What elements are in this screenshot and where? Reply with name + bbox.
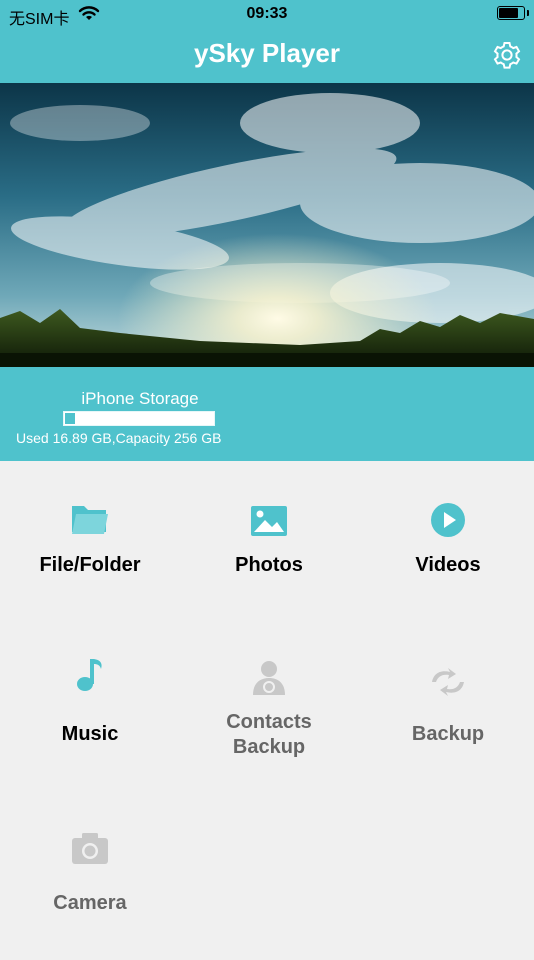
- camera-label: Camera: [53, 892, 127, 914]
- status-time: 09:33: [246, 5, 288, 22]
- videos-tile[interactable]: Videos: [359, 470, 534, 620]
- folder-icon: [72, 506, 108, 534]
- storage-panel: iPhone Storage Used 16.89 GB,Capacity 25…: [0, 367, 534, 461]
- videos-label: Videos: [415, 554, 481, 576]
- storage-usage-text: Used 16.89 GB,Capacity 256 GB: [16, 430, 222, 446]
- backup-label: Backup: [411, 723, 485, 745]
- contacts-backup-label: Contacts Backup: [226, 711, 312, 758]
- app-title: ySky Player: [193, 38, 340, 68]
- storage-progress-bar: [63, 411, 215, 426]
- gear-icon[interactable]: [490, 38, 524, 72]
- status-bar: 无SIM卡 09:33: [0, 0, 534, 30]
- photo-icon: [251, 506, 287, 536]
- photos-tile[interactable]: Photos: [180, 470, 358, 620]
- contact-icon: [253, 661, 285, 695]
- storage-progress-fill: [65, 413, 75, 424]
- sync-icon: [432, 668, 464, 696]
- file-folder-tile[interactable]: File/Folder: [1, 470, 179, 620]
- music-label: Music: [61, 723, 119, 745]
- battery-icon: [497, 6, 529, 20]
- music-note-icon: [77, 659, 102, 691]
- file-folder-label: File/Folder: [39, 554, 141, 576]
- camera-icon: [72, 833, 108, 864]
- navigation-bar: ySky Player: [0, 30, 534, 83]
- photos-label: Photos: [235, 554, 303, 576]
- banner-image: [0, 83, 534, 367]
- play-icon: [431, 503, 465, 537]
- music-tile[interactable]: Music: [1, 640, 179, 790]
- storage-title: iPhone Storage: [81, 389, 199, 408]
- contacts-backup-tile[interactable]: Contacts Backup: [180, 640, 358, 790]
- camera-tile[interactable]: Camera: [1, 810, 179, 960]
- backup-tile[interactable]: Backup: [359, 640, 534, 790]
